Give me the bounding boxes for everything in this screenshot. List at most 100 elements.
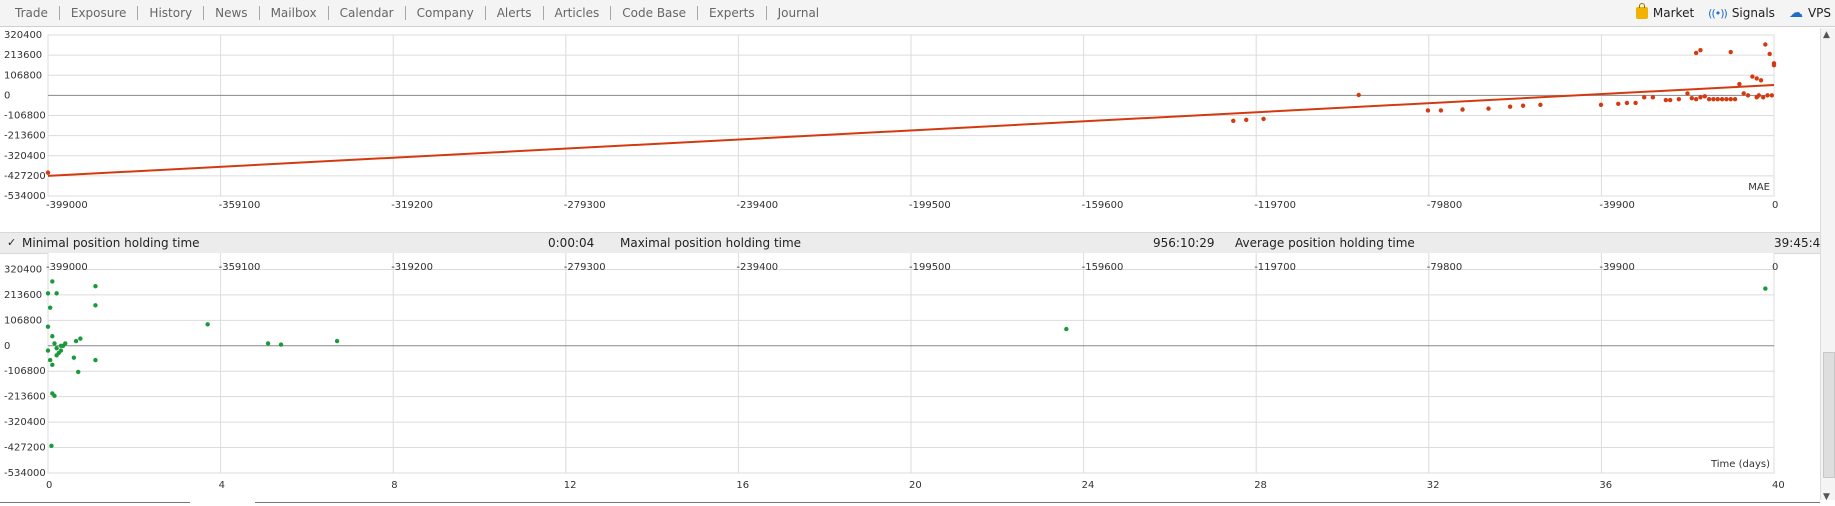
scroll-up-icon[interactable]: ▲ bbox=[1823, 30, 1830, 40]
vps-link[interactable]: ☁ VPS bbox=[1789, 5, 1831, 21]
data-point bbox=[47, 357, 53, 363]
y-tick-label: 106800 bbox=[4, 315, 42, 326]
data-point bbox=[1642, 95, 1647, 100]
data-point bbox=[1741, 91, 1746, 96]
data-point bbox=[45, 291, 51, 296]
data-point bbox=[1460, 107, 1465, 112]
min-holding-label: Minimal position holding time bbox=[22, 236, 200, 250]
mae-chart: -399000 -359100 -319200 -279300 -239400 -1995… bbox=[4, 30, 1778, 211]
tab-trade[interactable]: Trade bbox=[4, 6, 60, 20]
data-point bbox=[1507, 104, 1513, 109]
data-point bbox=[1676, 96, 1682, 102]
data-point bbox=[45, 170, 51, 175]
data-point bbox=[76, 369, 81, 375]
mae-x-tick-label-repeat: -399000 bbox=[46, 262, 88, 273]
y-tick-label: -106800 bbox=[4, 111, 46, 122]
data-point bbox=[58, 343, 64, 348]
tab-exposure[interactable]: Exposure bbox=[60, 6, 139, 20]
tab-experts[interactable]: Experts bbox=[698, 6, 767, 20]
data-point bbox=[1624, 100, 1630, 106]
y-tick-label: 0 bbox=[4, 90, 10, 101]
x-tick-label: -159600 bbox=[1082, 200, 1124, 211]
y-tick-label: -534000 bbox=[4, 468, 46, 479]
tab-news[interactable]: News bbox=[204, 6, 260, 20]
data-point bbox=[1698, 47, 1703, 53]
y-tick-label: -106800 bbox=[4, 366, 46, 377]
data-point bbox=[1616, 101, 1621, 107]
data-point bbox=[1689, 96, 1695, 101]
y-tick-label: -534000 bbox=[4, 191, 46, 202]
data-point bbox=[54, 291, 59, 296]
data-point bbox=[1356, 92, 1361, 98]
data-point bbox=[334, 338, 340, 344]
data-point bbox=[1750, 74, 1755, 79]
data-point bbox=[1769, 93, 1775, 98]
data-point bbox=[45, 324, 51, 329]
y-tick-label: -213600 bbox=[4, 131, 46, 142]
data-point bbox=[1685, 91, 1690, 96]
market-label: Market bbox=[1652, 6, 1695, 20]
avg-holding-label: Average position holding time bbox=[1235, 236, 1415, 250]
corner-axis-label: Time (days) bbox=[1710, 459, 1770, 470]
tab-calendar[interactable]: Calendar bbox=[329, 6, 406, 20]
data-point bbox=[205, 322, 210, 327]
tab-code-base[interactable]: Code Base bbox=[611, 6, 699, 20]
data-point bbox=[52, 393, 57, 399]
x-tick-label: -239400 bbox=[736, 200, 778, 211]
corner-axis-label: MAE bbox=[1748, 182, 1770, 193]
signals-label: Signals bbox=[1731, 6, 1775, 20]
mae-x-tick-label-repeat: -39900 bbox=[1599, 262, 1634, 273]
scrollbar-thumb[interactable] bbox=[1823, 352, 1835, 478]
tab-mailbox[interactable]: Mailbox bbox=[260, 6, 329, 20]
data-point bbox=[1425, 108, 1431, 113]
vertical-scrollbar[interactable]: ▲ ▼ bbox=[1820, 28, 1835, 506]
tab-articles[interactable]: Articles bbox=[544, 6, 612, 20]
y-tick-label: -320400 bbox=[4, 417, 46, 428]
x-tick-label: 12 bbox=[564, 480, 577, 491]
tab-list: Trade Exposure History News Mailbox Calendar C… bbox=[4, 0, 830, 26]
y-tick-label: 320400 bbox=[4, 264, 42, 275]
data-point bbox=[50, 334, 55, 339]
vps-label: VPS bbox=[1807, 6, 1831, 20]
data-point bbox=[1486, 106, 1491, 111]
data-point bbox=[1715, 96, 1720, 102]
data-point bbox=[1724, 96, 1729, 102]
x-tick-label: 4 bbox=[219, 480, 225, 491]
tab-alerts[interactable]: Alerts bbox=[486, 6, 544, 20]
y-tick-label: 106800 bbox=[4, 70, 42, 81]
tab-history[interactable]: History bbox=[138, 6, 205, 20]
mae-x-tick-label-repeat: 0 bbox=[1772, 262, 1778, 273]
data-point bbox=[265, 341, 271, 346]
x-tick-label: -119700 bbox=[1254, 200, 1296, 211]
data-point bbox=[1706, 96, 1712, 102]
data-point bbox=[1728, 96, 1733, 102]
data-point bbox=[1538, 102, 1543, 107]
data-point bbox=[1767, 51, 1772, 57]
y-tick-label: -320400 bbox=[4, 151, 46, 162]
signals-link[interactable]: ((•)) Signals bbox=[1708, 6, 1775, 20]
data-point bbox=[1763, 286, 1768, 291]
market-link[interactable]: Market bbox=[1635, 3, 1695, 20]
max-holding-value: 956:10:29 bbox=[1153, 236, 1215, 250]
data-point bbox=[1261, 116, 1266, 122]
mae-x-tick-label-repeat: -319200 bbox=[391, 262, 433, 273]
data-point bbox=[71, 355, 77, 360]
tab-journal[interactable]: Journal bbox=[767, 6, 831, 20]
check-icon[interactable]: ✓ bbox=[7, 236, 16, 249]
x-tick-label: 8 bbox=[391, 480, 397, 491]
tab-company[interactable]: Company bbox=[406, 6, 486, 20]
data-point bbox=[1763, 42, 1768, 47]
mae-x-tick-label-repeat: -239400 bbox=[736, 262, 778, 273]
data-point bbox=[1698, 95, 1703, 100]
x-tick-label: 32 bbox=[1427, 480, 1440, 491]
x-tick-label: -359100 bbox=[219, 200, 261, 211]
mae-x-tick-label-repeat: -79800 bbox=[1427, 262, 1462, 273]
y-tick-label: -427200 bbox=[4, 171, 46, 182]
data-point bbox=[1732, 96, 1738, 102]
data-point bbox=[47, 305, 53, 310]
data-point bbox=[1765, 93, 1770, 98]
data-point bbox=[50, 362, 55, 368]
x-tick-label: 24 bbox=[1082, 480, 1095, 491]
data-point bbox=[45, 348, 51, 353]
data-point bbox=[1754, 76, 1759, 81]
